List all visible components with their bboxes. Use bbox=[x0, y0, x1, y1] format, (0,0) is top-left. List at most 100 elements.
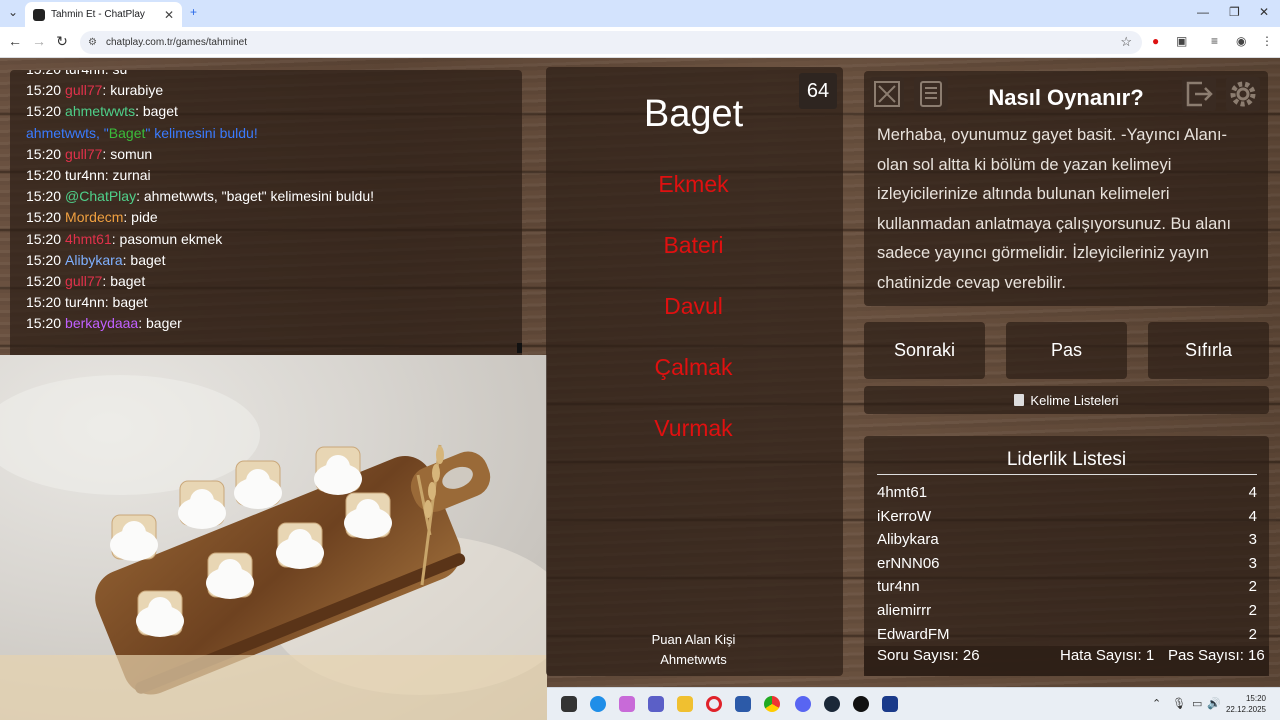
chat-username[interactable]: 4hmt61 bbox=[65, 231, 112, 247]
volume-icon[interactable]: 🔊 bbox=[1207, 697, 1221, 710]
chat-found-word: Baget bbox=[108, 124, 146, 141]
word-card-panel: 64 Baget Ekmek Bateri Davul Çalmak Vurma… bbox=[546, 67, 843, 676]
menu-dots-icon[interactable]: ⋮ bbox=[1261, 34, 1273, 48]
settings-gear-icon[interactable] bbox=[1226, 77, 1260, 111]
chat-username[interactable]: tur4nn bbox=[65, 167, 105, 183]
tab-list-icon[interactable]: ⌄ bbox=[8, 5, 18, 19]
back-icon[interactable]: ← bbox=[6, 33, 24, 49]
extensions-icon[interactable]: ▣ bbox=[1176, 34, 1187, 48]
next-button[interactable]: Sonraki bbox=[864, 322, 985, 379]
exit-icon[interactable] bbox=[1182, 77, 1216, 111]
chat-message: 15:20 ahmetwwts: baget bbox=[26, 103, 178, 119]
chat-text: : somun bbox=[102, 145, 153, 162]
chat-username[interactable]: ahmetwwts, " bbox=[26, 125, 109, 141]
chat-scrollbar[interactable] bbox=[517, 343, 522, 353]
chat-message: 15:20 gull77: somun bbox=[26, 146, 152, 162]
chat-username[interactable]: ahmetwwts bbox=[65, 103, 135, 119]
chat-username[interactable]: gull77 bbox=[65, 273, 102, 289]
steam-icon[interactable] bbox=[824, 696, 840, 712]
chatplay-favicon bbox=[33, 8, 45, 21]
chat-text: : baget bbox=[104, 294, 148, 311]
os-taskbar: ⌃ 🎙 ▭ 🔊 15:20 22.12.2025 bbox=[547, 687, 1280, 720]
reload-icon[interactable]: ↻ bbox=[53, 33, 71, 50]
reset-button[interactable]: Sıfırla bbox=[1148, 322, 1269, 379]
clock-date: 22.12.2025 bbox=[1225, 705, 1266, 714]
chat-timestamp: 15:20 bbox=[26, 209, 62, 226]
chat-timestamp: 15:20 bbox=[26, 251, 62, 268]
how-to-play-panel: Nasıl Oynanır? Merhaba, oyunumuz gayet b… bbox=[864, 71, 1268, 306]
profile-avatar-icon[interactable]: ◉ bbox=[1236, 34, 1246, 48]
close-tab-icon[interactable]: ✕ bbox=[164, 8, 174, 22]
leaderboard-score: 2 bbox=[1248, 602, 1257, 619]
scorer-name: Ahmetwwts bbox=[660, 652, 727, 667]
chat-timestamp: 15:20 bbox=[26, 70, 61, 77]
edge-icon[interactable] bbox=[590, 696, 606, 712]
error-count: Hata Sayısı: 1 bbox=[1060, 647, 1155, 664]
opera-icon[interactable] bbox=[706, 696, 722, 712]
chat-username[interactable]: berkaydaaa bbox=[65, 315, 138, 331]
leaderboard-name: tur4nn bbox=[877, 578, 920, 596]
scorer-label: Puan Alan Kişi bbox=[651, 632, 736, 647]
close-window-icon[interactable]: ✕ bbox=[1259, 5, 1269, 19]
leaderboard-score: 2 bbox=[1248, 625, 1257, 643]
word-lists-button[interactable]: Kelime Listeleri bbox=[864, 386, 1269, 414]
chat-message: 15:20 tur4nn: su bbox=[26, 70, 127, 77]
webcam-overlay-image bbox=[0, 355, 547, 720]
pass-button[interactable]: Pas bbox=[1006, 322, 1127, 379]
chat-text: : baget bbox=[135, 103, 178, 120]
chat-username[interactable]: gull77 bbox=[65, 146, 102, 162]
copilot-icon[interactable] bbox=[619, 696, 635, 712]
browser-tab[interactable]: Tahmin Et - ChatPlay ✕ bbox=[25, 2, 182, 27]
opera-extension-icon[interactable]: ● bbox=[1152, 34, 1159, 48]
leaderboard-row: tur4nn 2 bbox=[877, 578, 1257, 595]
chat-timestamp: 15:20 bbox=[26, 294, 62, 311]
bookmark-star-icon[interactable]: ☆ bbox=[1120, 34, 1132, 50]
chat-username[interactable]: tur4nn bbox=[65, 294, 105, 310]
browser-tab-strip: ⌄ Tahmin Et - ChatPlay ✕ + — ❐ ✕ bbox=[0, 0, 1280, 27]
chat-timestamp: 15:20 bbox=[26, 188, 62, 205]
task-view-icon[interactable] bbox=[561, 696, 577, 712]
file-explorer-icon[interactable] bbox=[677, 696, 693, 712]
chat-timestamp: 15:20 bbox=[26, 273, 62, 289]
microphone-icon[interactable]: 🎙 bbox=[1172, 697, 1186, 710]
restore-icon[interactable]: ❐ bbox=[1229, 5, 1240, 19]
network-icon[interactable]: ▭ bbox=[1192, 697, 1202, 710]
chat-text: : baget bbox=[102, 273, 146, 289]
teams-icon[interactable] bbox=[648, 696, 664, 712]
chat-text: : pasomun ekmek bbox=[111, 230, 223, 247]
leaderboard-name: EdwardFM bbox=[877, 625, 950, 643]
chat-timestamp: 15:20 bbox=[26, 167, 62, 183]
chat-message: 15:20 Alibykara: baget bbox=[26, 252, 165, 268]
leaderboard-row: Alibykara 3 bbox=[877, 531, 1257, 548]
discord-icon[interactable] bbox=[795, 696, 811, 712]
chrome-icon[interactable] bbox=[764, 696, 780, 712]
url-text: chatplay.com.tr/games/tahminet bbox=[106, 37, 247, 48]
chat-text: : ahmetwwts, "baget" kelimesini buldu! bbox=[136, 188, 375, 205]
obs-icon[interactable] bbox=[853, 696, 869, 712]
chat-text: " kelimesini buldu! bbox=[145, 124, 258, 141]
leaderboard-name: iKerroW bbox=[877, 507, 932, 525]
chat-username[interactable]: gull77 bbox=[65, 82, 102, 98]
chat-username[interactable]: Mordecm bbox=[65, 209, 123, 225]
leaderboard-row: 4hmt61 4 bbox=[877, 484, 1257, 501]
tray-overflow-icon[interactable]: ⌃ bbox=[1152, 697, 1161, 710]
address-bar[interactable]: ⚙ chatplay.com.tr/games/tahminet ☆ bbox=[80, 31, 1142, 54]
leaderboard-name: aliemirrr bbox=[877, 602, 932, 619]
forbidden-word: Ekmek bbox=[658, 171, 729, 197]
clock-time: 15:20 bbox=[1245, 694, 1266, 703]
minimize-icon[interactable]: — bbox=[1197, 5, 1209, 19]
media-control-icon[interactable]: ≡ bbox=[1211, 34, 1218, 48]
chat-username[interactable]: Alibykara bbox=[65, 252, 123, 268]
app-icon[interactable] bbox=[882, 696, 898, 712]
new-tab-icon[interactable]: + bbox=[190, 5, 197, 19]
leaderboard-title: Liderlik Listesi bbox=[1006, 449, 1127, 470]
chat-timestamp: 15:20 bbox=[26, 315, 62, 332]
site-info-icon[interactable]: ⚙ bbox=[88, 37, 100, 49]
store-icon[interactable] bbox=[735, 696, 751, 712]
leaderboard-name: erNNN06 bbox=[877, 554, 940, 572]
chat-username[interactable]: @ChatPlay bbox=[65, 188, 136, 204]
chat-username[interactable]: tur4nn bbox=[65, 70, 105, 77]
system-clock[interactable]: 15:20 22.12.2025 bbox=[1226, 693, 1266, 715]
chat-text: : bager bbox=[138, 315, 182, 332]
forward-icon[interactable]: → bbox=[30, 33, 48, 49]
